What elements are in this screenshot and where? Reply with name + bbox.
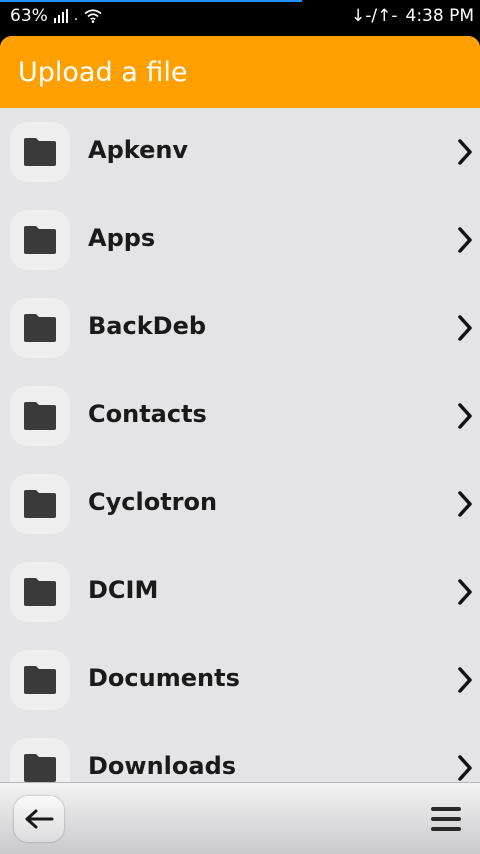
folder-name: Downloads [88,752,237,780]
folder-icon-tile [10,650,70,710]
folder-icon-tile [10,386,70,446]
folder-icon-tile [10,562,70,622]
folder-name: Apkenv [88,136,189,164]
folder-icon-tile [10,122,70,182]
folder-icon-tile [10,474,70,534]
chevron-right-icon [456,402,474,434]
chevron-right-icon [456,226,474,258]
chevron-right-icon [456,138,474,170]
bottom-toolbar [0,782,480,854]
folder-icon-tile [10,298,70,358]
folder-icon [24,578,56,606]
battery-percent: 63% [10,6,48,26]
folder-row[interactable]: Apkenv [0,108,480,196]
folder-name: Apps [88,224,156,252]
back-button[interactable] [14,796,64,842]
folder-list[interactable]: Apkenv Apps BackDeb Contacts Cyclotron DCIM Do… [0,108,480,782]
folder-name: DCIM [88,576,159,604]
folder-icon [24,402,56,430]
folder-icon [24,490,56,518]
folder-row[interactable]: Downloads [0,724,480,782]
upload-file-panel: Upload a file Apkenv Apps BackDeb Contacts C… [0,36,480,854]
separator-dot: . [73,8,79,24]
folder-icon [24,314,56,342]
folder-icon [24,226,56,254]
back-arrow-icon [25,809,54,829]
status-time: 4:38 PM [405,6,475,26]
folder-name: Cyclotron [88,488,218,516]
signal-icon [53,9,68,23]
chevron-right-icon [456,314,474,346]
status-progress-line [0,0,302,2]
header-bar: Upload a file [0,36,480,108]
folder-row[interactable]: DCIM [0,548,480,636]
folder-row[interactable]: Contacts [0,372,480,460]
status-bar: 63% . ↓-/↑- 4:38 PM [0,0,480,34]
menu-icon [431,807,461,831]
folder-row[interactable]: BackDeb [0,284,480,372]
status-right: ↓-/↑- 4:38 PM [351,6,474,26]
folder-row[interactable]: Apps [0,196,480,284]
page-title: Upload a file [18,56,188,88]
chevron-right-icon [456,490,474,522]
chevron-right-icon [456,578,474,610]
folder-name: Documents [88,664,240,692]
folder-icon [24,666,56,694]
folder-name: BackDeb [88,312,207,340]
chevron-right-icon [456,754,474,782]
chevron-right-icon [456,666,474,698]
wifi-icon [84,9,102,23]
folder-icon [24,754,56,782]
folder-icon-tile [10,738,70,782]
menu-button[interactable] [430,803,462,835]
folder-name: Contacts [88,400,207,428]
data-transfer-indicator: ↓-/↑- [351,6,398,26]
phone-screen: 63% . ↓-/↑- 4:38 PM Upload a file Apkenv [0,0,480,854]
folder-icon [24,138,56,166]
folder-icon-tile [10,210,70,270]
folder-row[interactable]: Cyclotron [0,460,480,548]
folder-row[interactable]: Documents [0,636,480,724]
status-left: 63% . [10,6,102,26]
